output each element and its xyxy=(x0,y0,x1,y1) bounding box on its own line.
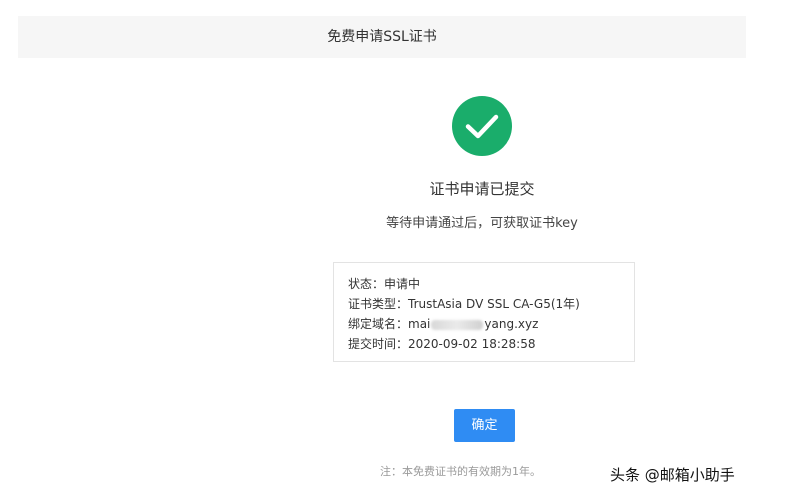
domain-redacted-blur xyxy=(431,319,484,330)
validity-note: 注：本免费证书的有效期为1年。 xyxy=(380,465,541,478)
page-title: 免费申请SSL证书 xyxy=(327,29,437,45)
result-description: 等待申请通过后，可获取证书key xyxy=(386,216,578,231)
cert-type-value: TrustAsia DV SSL CA-G5(1年) xyxy=(408,297,580,311)
domain-label: 绑定域名： xyxy=(348,317,409,331)
watermark: 头条 @邮箱小助手 xyxy=(610,466,735,484)
check-circle-background xyxy=(452,96,512,156)
domain-value-suffix: yang.xyz xyxy=(484,317,539,331)
check-circle-icon xyxy=(452,96,512,156)
info-row-time: 提交时间：2020-09-02 18:28:58 xyxy=(348,336,535,352)
result-title: 证书申请已提交 xyxy=(429,180,535,198)
submit-time-label: 提交时间： xyxy=(348,337,409,351)
info-row-domain: 绑定域名：mai yang.xyz xyxy=(348,316,538,332)
info-row-type: 证书类型：TrustAsia DV SSL CA-G5(1年) xyxy=(348,296,580,312)
submit-time-value: 2020-09-02 18:28:58 xyxy=(408,337,536,351)
header-bar: 免费申请SSL证书 xyxy=(18,16,746,58)
confirm-button[interactable]: 确定 xyxy=(454,409,515,442)
page: 免费申请SSL证书 证书申请已提交 等待申请通过后，可获取证书key 状态：申请… xyxy=(0,0,788,502)
status-label: 状态： xyxy=(348,277,385,291)
status-value: 申请中 xyxy=(384,277,421,291)
info-row-status: 状态：申请中 xyxy=(348,276,420,292)
domain-value-prefix: mai xyxy=(408,317,431,331)
certificate-info-box: 状态：申请中 证书类型：TrustAsia DV SSL CA-G5(1年) 绑… xyxy=(333,262,635,362)
cert-type-label: 证书类型： xyxy=(348,297,409,311)
